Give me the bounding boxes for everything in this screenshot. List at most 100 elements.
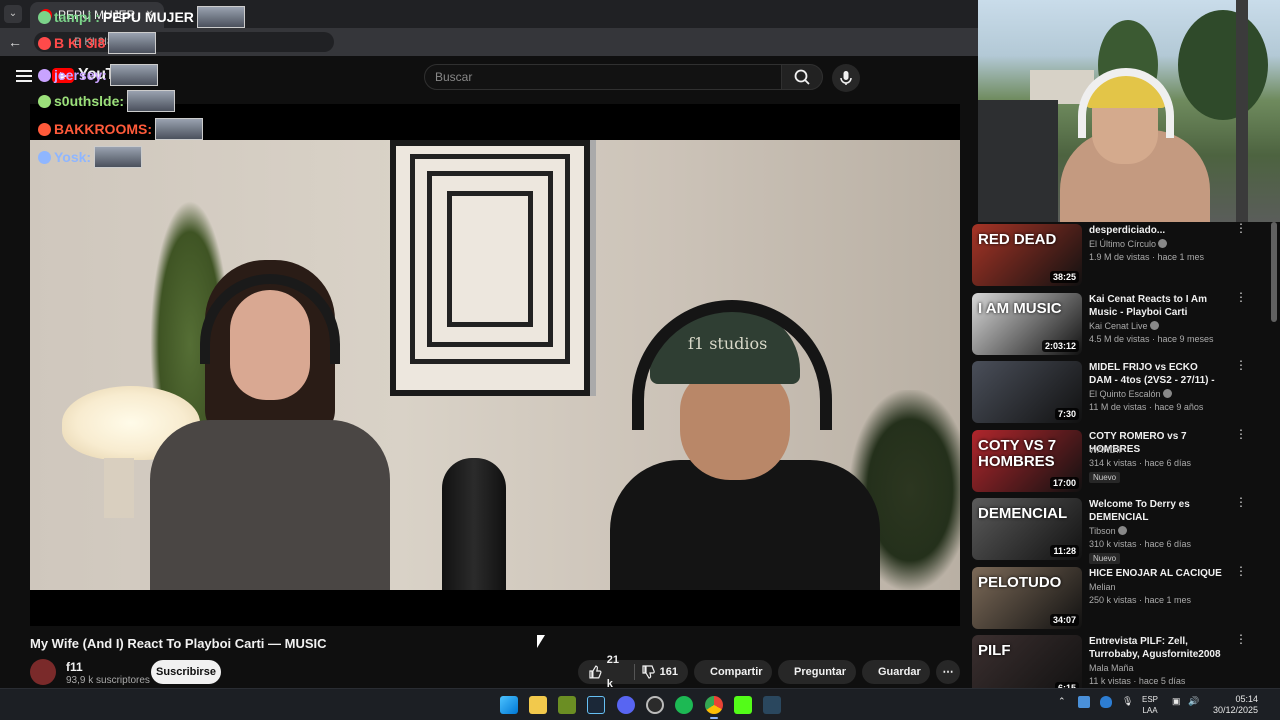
chat-username: jeersey:: [54, 67, 107, 83]
more-vertical-icon[interactable]: ⋮: [1235, 565, 1247, 577]
chat-message: Yosk:: [38, 146, 143, 168]
video-title[interactable]: Entrevista PILF: Zell, Turrobaby, Agusfo…: [1089, 635, 1223, 661]
channel-name-text: Mala Maña: [1089, 663, 1134, 673]
file-explorer-icon[interactable]: [529, 696, 547, 714]
video-thumbnail[interactable]: RED DEAD 38:25: [972, 224, 1082, 286]
chat-emote: [94, 146, 143, 168]
subscribe-button[interactable]: Suscribirse: [151, 660, 221, 684]
video-title[interactable]: MIDEL FRIJO vs ECKO DAM - 4tos (2VS2 - 2…: [1089, 361, 1223, 387]
video-thumbnail[interactable]: DEMENCIAL 11:28: [972, 498, 1082, 560]
channel-name[interactable]: Tibson: [1089, 526, 1127, 536]
spotify-icon[interactable]: [675, 696, 693, 714]
recommended-video[interactable]: RED DEAD 38:25 desperdiciado... El Último C…: [972, 222, 1272, 288]
verified-check-icon: [1149, 320, 1159, 330]
more-vertical-icon[interactable]: ⋮: [1235, 428, 1247, 440]
sidebar-scrollbar[interactable]: [1271, 222, 1277, 322]
video-meta: 314 k vistas · hace 6 días: [1089, 457, 1192, 468]
more-vertical-icon[interactable]: ⋮: [1235, 633, 1247, 645]
search-input[interactable]: Buscar: [424, 64, 782, 90]
channel-avatar[interactable]: [30, 659, 56, 685]
system-clock[interactable]: 05:14 30/12/2025: [1206, 694, 1258, 716]
chevron-up-icon[interactable]: ⌃: [1058, 696, 1066, 707]
ask-button[interactable]: Preguntar: [778, 660, 856, 684]
video-title[interactable]: Welcome To Derry es DEMENCIAL: [1089, 498, 1223, 524]
microphone-tray-icon[interactable]: 🎙: [1122, 696, 1133, 707]
video-title[interactable]: HICE ENOJAR AL CACIQUE: [1089, 567, 1223, 580]
chrome-icon[interactable]: [705, 696, 723, 714]
video-thumbnail[interactable]: 7:30: [972, 361, 1082, 423]
streamer-webcam: [978, 0, 1280, 222]
chat-badge-icon: [38, 36, 51, 50]
video-player[interactable]: f1 studios: [30, 104, 960, 626]
search-placeholder: Buscar: [435, 70, 473, 84]
windows-start-icon[interactable]: [500, 696, 518, 714]
like-separator: [633, 664, 635, 680]
volume-icon[interactable]: 🔊: [1188, 696, 1199, 707]
save-button[interactable]: Guardar: [862, 660, 930, 684]
wifi-icon[interactable]: ▣: [1172, 696, 1181, 707]
chat-emote: [108, 32, 157, 54]
voice-search-button[interactable]: [832, 64, 860, 92]
chat-emote: [155, 118, 203, 140]
language-indicator[interactable]: ESP LAA: [1142, 694, 1158, 716]
search-button[interactable]: [781, 64, 823, 90]
app-icon[interactable]: [558, 696, 576, 714]
video-thumbnail[interactable]: PELOTUDO 34:07: [972, 566, 1082, 629]
more-actions-button[interactable]: ⋯: [936, 660, 960, 684]
recommended-video[interactable]: 7:30 MIDEL FRIJO vs ECKO DAM - 4tos (2VS2…: [972, 359, 1272, 425]
channel-name[interactable]: Mala Maña: [1089, 663, 1134, 673]
dislike-count: 161: [659, 666, 678, 678]
channel-name[interactable]: WANDII: [1089, 445, 1121, 455]
video-thumbnail[interactable]: PILF 6:15: [972, 635, 1082, 688]
steam-icon[interactable]: [587, 696, 605, 714]
search-icon: [794, 69, 810, 85]
new-badge: Nuevo: [1089, 553, 1121, 564]
maze-poster: [390, 140, 590, 396]
more-vertical-icon[interactable]: ⋮: [1235, 222, 1247, 234]
recommended-video[interactable]: COTY VS 7 HOMBRES 17:00 COTY ROMERO vs 7 H…: [972, 428, 1272, 494]
channel-name[interactable]: El Quinto Escalón: [1089, 389, 1172, 399]
network-app-icon[interactable]: [1078, 696, 1090, 708]
channel-name[interactable]: El Último Círculo: [1089, 239, 1168, 249]
dislike-button[interactable]: 161: [641, 660, 678, 684]
chat-message: tampi : PEPU MUJER: [38, 6, 245, 28]
video-thumbnail[interactable]: COTY VS 7 HOMBRES 17:00: [972, 429, 1082, 492]
thumbs-up-icon: [589, 665, 602, 679]
channel-name[interactable]: Kai Cenat Live: [1089, 320, 1159, 331]
channel-name-text: Kai Cenat Live: [1089, 320, 1148, 331]
back-arrow-icon[interactable]: ←: [8, 33, 24, 51]
channel-name[interactable]: f11: [66, 660, 83, 674]
thumbnail-text: COTY VS 7 HOMBRES: [978, 436, 1057, 470]
video-thumbnail[interactable]: I AM MUSIC 2:03:12: [972, 292, 1082, 355]
menu-icon[interactable]: [16, 70, 32, 82]
video-title[interactable]: desperdiciado...: [1089, 224, 1223, 237]
discord-icon[interactable]: [617, 696, 635, 714]
channel-name-text: Melian: [1089, 581, 1116, 592]
recommended-video[interactable]: DEMENCIAL 11:28 Welcome To Derry es DEMENC…: [972, 496, 1272, 564]
chat-message: jeersey:: [38, 64, 158, 86]
channel-name[interactable]: Melian: [1089, 582, 1116, 592]
video-meta: 250 k vistas · hace 1 mes: [1089, 594, 1192, 605]
chat-message: BAKKROOMS:: [38, 118, 203, 140]
verified-check-icon: [1162, 389, 1172, 398]
obs-icon[interactable]: [646, 696, 664, 714]
recommended-video[interactable]: PELOTUDO 34:07 HICE ENOJAR AL CACIQUE Melia…: [972, 565, 1272, 631]
kick-icon[interactable]: [734, 696, 752, 714]
mouse-cursor-icon: [537, 635, 545, 648]
video-duration: 2:03:12: [1041, 339, 1079, 352]
chat-username: Yosk:: [54, 149, 92, 165]
more-vertical-icon[interactable]: ⋮: [1235, 291, 1247, 303]
recommended-video[interactable]: PILF 6:15 Entrevista PILF: Zell, Turrobaby…: [972, 633, 1272, 688]
shield-icon[interactable]: [1100, 696, 1112, 708]
tab-search-button[interactable]: ⌄: [4, 5, 22, 23]
more-vertical-icon[interactable]: ⋮: [1235, 496, 1247, 508]
thumbnail-text: I AM MUSIC: [978, 299, 1062, 317]
poster-edge: [590, 140, 596, 396]
chat-badge-icon: [38, 94, 51, 108]
chat-emote: [109, 64, 158, 86]
video-title[interactable]: Kai Cenat Reacts to I Am Music - Playboi…: [1089, 293, 1223, 319]
share-button[interactable]: Compartir: [694, 660, 772, 684]
steam-alt-icon[interactable]: [763, 696, 781, 714]
more-vertical-icon[interactable]: ⋮: [1235, 359, 1247, 371]
recommended-video[interactable]: I AM MUSIC 2:03:12 Kai Cenat Reacts to I A…: [972, 291, 1272, 357]
